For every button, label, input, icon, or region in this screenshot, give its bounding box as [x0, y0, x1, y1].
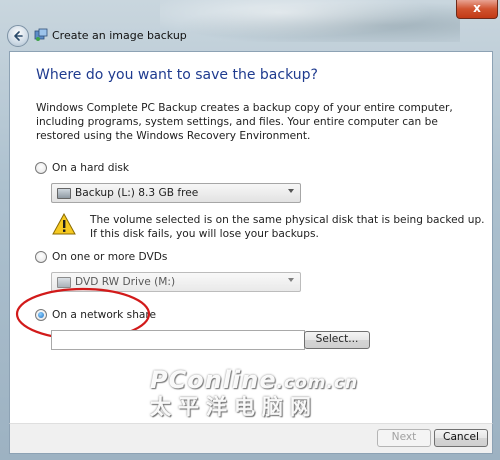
page-description: Windows Complete PC Backup creates a bac… [36, 102, 453, 142]
dvd-radio[interactable] [35, 251, 47, 263]
drive-icon [57, 187, 71, 199]
cancel-button[interactable]: Cancel [434, 429, 488, 447]
pconline-watermark: PConline.com.cn 太平洋电脑网 [150, 366, 358, 421]
warning-message: The volume selected is on the same physi… [90, 214, 485, 240]
glass-background [160, 0, 460, 42]
window-title: Create an image backup [52, 29, 187, 42]
wizard-content: Where do you want to save the backup? Wi… [9, 51, 493, 424]
page-title: Where do you want to save the backup? [36, 67, 318, 83]
option-dvd[interactable]: On one or more DVDs [35, 251, 167, 263]
wizard-footer: Next Cancel [9, 423, 493, 454]
back-arrow-icon [14, 31, 23, 41]
chevron-down-icon [288, 189, 294, 193]
back-button[interactable] [7, 25, 29, 47]
close-button[interactable]: x [456, 0, 498, 19]
hard-disk-selected: Backup (L:) 8.3 GB free [75, 187, 199, 199]
backup-app-icon [34, 28, 48, 41]
hard-disk-dropdown[interactable]: Backup (L:) 8.3 GB free [51, 183, 301, 203]
hard-disk-radio[interactable] [35, 162, 47, 174]
watermark-logo: PConline.com.cn [150, 366, 359, 394]
watermark-chinese: 太平洋电脑网 [150, 395, 318, 419]
select-button[interactable]: Select... [304, 331, 370, 349]
hard-disk-label: On a hard disk [52, 162, 130, 174]
warning-icon [52, 213, 76, 235]
network-path-input[interactable] [51, 330, 305, 350]
chevron-down-icon [288, 278, 294, 282]
option-hard-disk[interactable]: On a hard disk [35, 162, 129, 174]
next-button[interactable]: Next [377, 429, 431, 447]
dvd-label: On one or more DVDs [52, 251, 168, 263]
